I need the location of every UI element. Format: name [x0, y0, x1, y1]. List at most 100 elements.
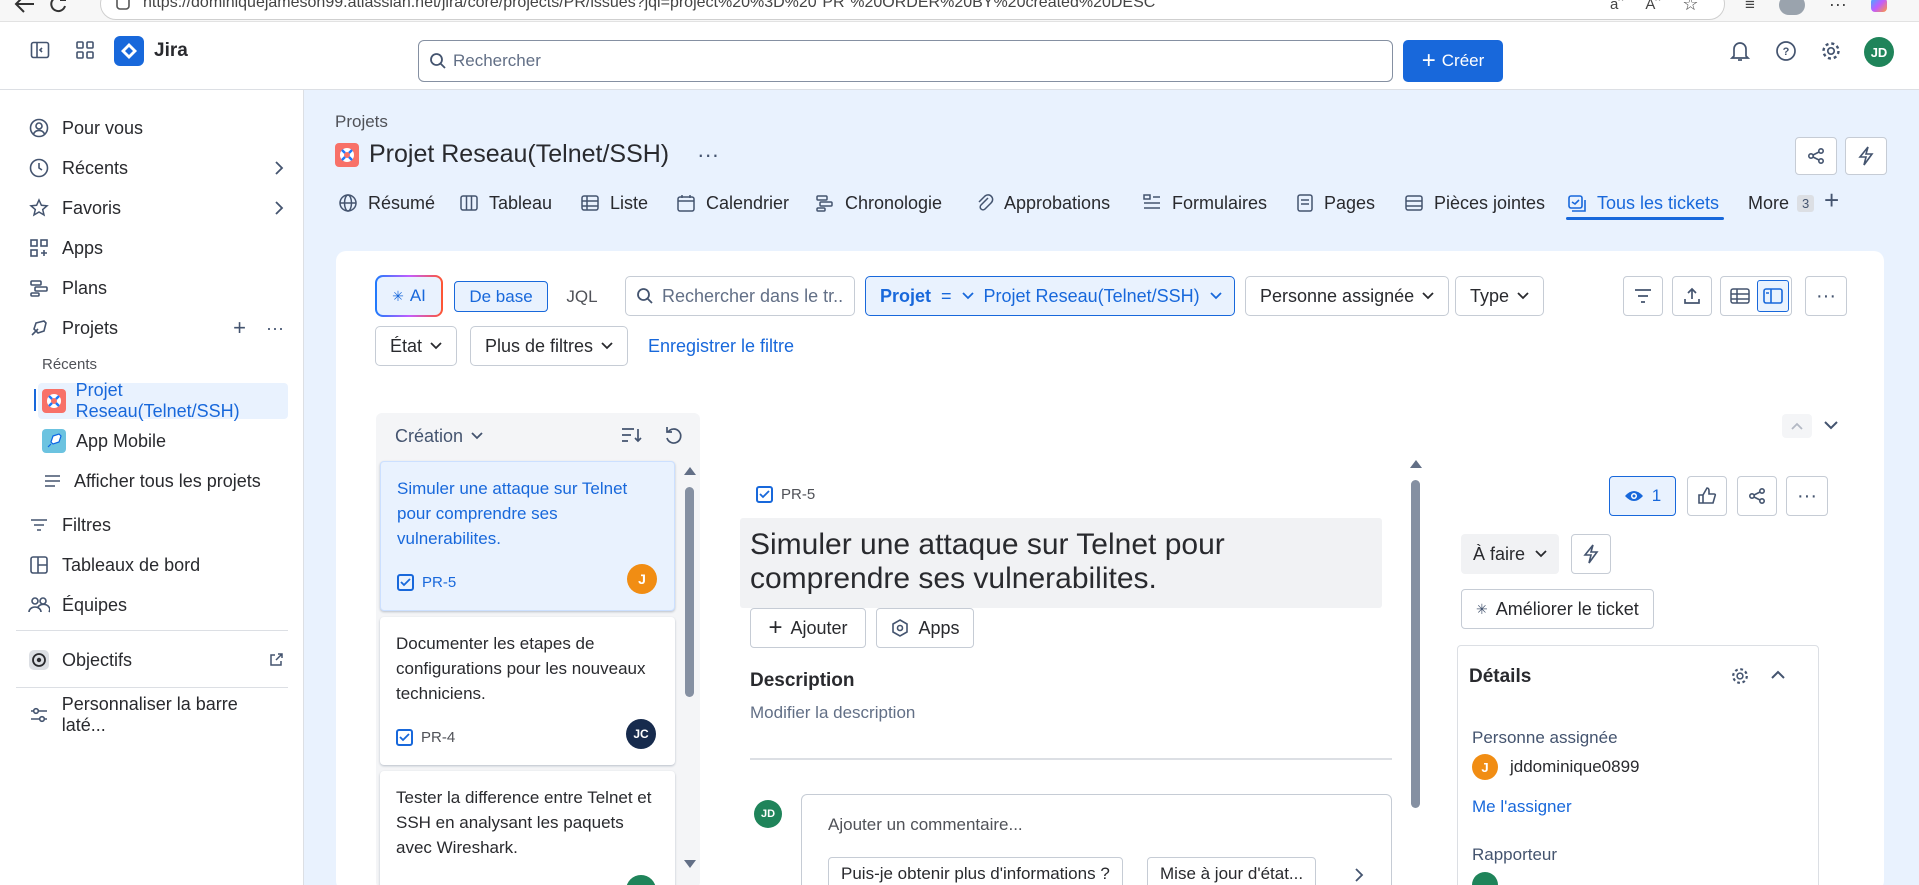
sidebar-item-filters[interactable]: Filtres [28, 507, 284, 543]
sidebar-item-teams[interactable]: Équipes [28, 587, 284, 623]
jira-logo[interactable]: Jira [114, 36, 188, 66]
sidebar-item-projects[interactable]: Projets + ··· [28, 310, 284, 346]
save-filter-link[interactable]: Enregistrer le filtre [648, 336, 794, 357]
watch-button[interactable]: 1 [1609, 476, 1676, 516]
list-item-selected[interactable]: Simuler une attaque sur Telnet pour comp… [380, 461, 675, 611]
basic-mode-toggle[interactable]: De base [454, 281, 548, 312]
status-filter[interactable]: État [375, 326, 458, 366]
create-button[interactable]: + Créer [1403, 40, 1503, 82]
ai-search-button[interactable]: ✳ AI [375, 275, 443, 317]
tab-summary[interactable]: Résumé [338, 188, 435, 218]
sidebar-item-favorites[interactable]: Favoris [28, 190, 284, 226]
projects-more-icon[interactable]: ··· [266, 318, 284, 339]
tab-timeline[interactable]: Chronologie [815, 188, 942, 218]
sidebar-project-app-mobile[interactable]: App Mobile [42, 423, 166, 459]
sidebar-show-all-projects[interactable]: Afficher tous les projets [42, 463, 261, 499]
sidebar-item-apps[interactable]: Apps [28, 230, 284, 266]
vote-button[interactable] [1687, 476, 1727, 516]
chevron-right-icon[interactable] [274, 201, 284, 215]
tab-forms[interactable]: Formulaires [1142, 188, 1267, 218]
tab-attachments[interactable]: Pièces jointes [1404, 188, 1545, 218]
assignee-avatar[interactable] [626, 875, 656, 885]
issue-title[interactable]: Simuler une attaque sur Telnet pour comp… [740, 518, 1382, 608]
sidebar-item-for-you[interactable]: Pour vous [28, 110, 284, 146]
next-issue-chevron-down-icon[interactable] [1824, 420, 1838, 430]
automation-button[interactable] [1845, 137, 1887, 175]
assignee-filter[interactable]: Personne assignée [1245, 276, 1450, 316]
sidebar-project-reseau[interactable]: Projet Reseau(Telnet/SSH) [38, 380, 288, 421]
immersive-reader-icon[interactable]: Aˆ [1645, 0, 1660, 13]
reload-icon[interactable] [48, 0, 68, 14]
favorite-star-icon[interactable]: ☆ [1682, 0, 1698, 15]
comment-box[interactable]: Ajouter un commentaire... Puis-je obteni… [801, 794, 1392, 885]
export-button[interactable] [1672, 276, 1712, 316]
tab-pages[interactable]: Pages [1296, 188, 1375, 218]
reporter-avatar[interactable] [1472, 872, 1498, 885]
breadcrumb[interactable]: Projets [335, 112, 388, 132]
assignee-field-value[interactable]: J jddominique0899 [1472, 754, 1640, 780]
more-actions-button[interactable]: ··· [1805, 276, 1847, 316]
tab-approvals[interactable]: Approbations [976, 188, 1110, 218]
status-dropdown[interactable]: À faire [1461, 534, 1560, 574]
add-button[interactable]: + Ajouter [750, 608, 866, 648]
tab-list[interactable]: Liste [580, 188, 648, 218]
settings-gear-icon[interactable] [1820, 40, 1842, 62]
detail-view-icon[interactable] [1757, 280, 1789, 312]
chevron-right-icon[interactable] [1354, 868, 1364, 882]
issue-more-button[interactable]: ··· [1786, 476, 1828, 516]
collapse-chevron-up-icon[interactable] [1771, 670, 1785, 680]
external-link-icon[interactable] [268, 652, 284, 668]
detail-scroll-up[interactable] [1410, 460, 1422, 468]
description-placeholder[interactable]: Modifier la description [750, 703, 915, 723]
type-filter[interactable]: Type [1455, 276, 1545, 316]
tab-more[interactable]: More 3 [1748, 188, 1815, 218]
add-project-plus-icon[interactable]: + [233, 315, 246, 341]
list-scroll-down[interactable] [684, 860, 696, 868]
notifications-bell-icon[interactable] [1730, 40, 1750, 62]
url-bar[interactable]: https://dominiquejameson99.atlassian.net… [100, 0, 1725, 20]
browser-menu-icon[interactable]: ··· [1829, 0, 1847, 15]
browser-profile-avatar[interactable] [1778, 0, 1805, 15]
comment-suggestion-status-update[interactable]: Mise à jour d'état... [1147, 857, 1317, 885]
copilot-icon[interactable] [1870, 0, 1887, 12]
app-switcher-icon[interactable] [75, 40, 95, 60]
comment-suggestion-more-info[interactable]: Puis-je obtenir plus d'informations ? [828, 857, 1123, 885]
read-aloud-icon[interactable]: aˆ [1610, 0, 1623, 13]
sidebar-item-recent[interactable]: Récents [28, 150, 284, 186]
tab-all-issues[interactable]: Tous les tickets [1567, 188, 1719, 218]
list-scroll-up[interactable] [684, 467, 696, 475]
project-filter-operator[interactable]: = [941, 286, 952, 307]
refresh-icon[interactable] [664, 426, 684, 446]
user-avatar[interactable]: JD [1864, 37, 1894, 67]
details-settings-gear-icon[interactable] [1730, 666, 1750, 686]
global-search-input[interactable]: Rechercher [418, 40, 1393, 82]
sidebar-item-customize[interactable]: Personnaliser la barre laté... [28, 694, 284, 735]
favorites-bar-icon[interactable]: ≡ [1745, 0, 1755, 15]
list-item[interactable]: Documenter les etapes de configurations … [380, 617, 675, 765]
more-filters-button[interactable]: Plus de filtres [470, 326, 629, 366]
sidebar-item-goals[interactable]: Objectifs [28, 642, 284, 678]
project-more-icon[interactable]: ··· [697, 142, 719, 168]
sort-dropdown[interactable]: Création [395, 423, 483, 449]
apps-button[interactable]: Apps [876, 608, 974, 648]
filter-options-button[interactable] [1623, 276, 1663, 316]
jql-mode-toggle[interactable]: JQL [556, 281, 608, 312]
tab-calendar[interactable]: Calendrier [676, 188, 789, 218]
previous-issue-button[interactable] [1782, 414, 1812, 438]
chevron-right-icon[interactable] [274, 161, 284, 175]
issue-automation-button[interactable] [1571, 534, 1611, 574]
detail-scrollbar[interactable] [1411, 480, 1420, 808]
list-view-icon[interactable] [1723, 280, 1757, 312]
sidebar-item-dashboards[interactable]: Tableaux de bord [28, 547, 284, 583]
assignee-avatar[interactable]: J [627, 564, 657, 594]
list-scrollbar[interactable] [685, 487, 694, 697]
filter-search-input[interactable]: Rechercher dans le tr... [625, 276, 855, 316]
assign-to-me-link[interactable]: Me l'assigner [1472, 797, 1572, 817]
sort-order-icon[interactable] [620, 426, 642, 444]
tab-board[interactable]: Tableau [459, 188, 552, 218]
sidebar-item-plans[interactable]: Plans [28, 270, 284, 306]
project-filter[interactable]: Projet = Projet Reseau(Telnet/SSH) [865, 276, 1235, 316]
add-tab-plus-icon[interactable]: + [1824, 186, 1839, 214]
issue-share-button[interactable] [1737, 476, 1777, 516]
back-icon[interactable] [14, 0, 36, 14]
